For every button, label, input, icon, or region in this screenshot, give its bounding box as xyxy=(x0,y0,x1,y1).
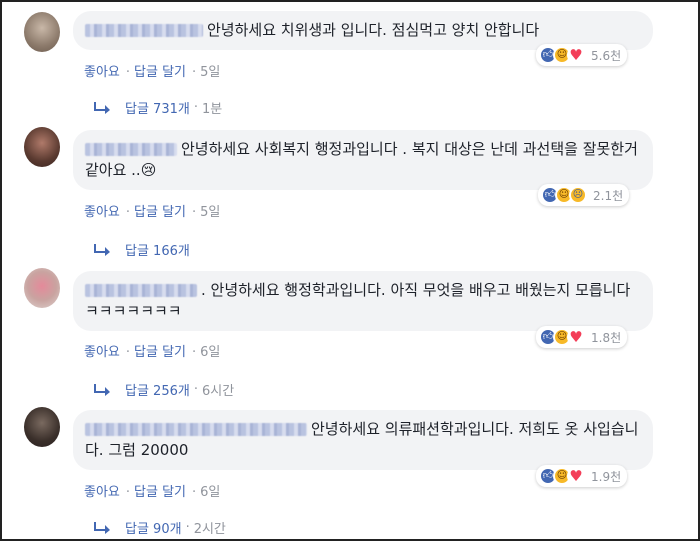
separator-dot: · xyxy=(125,65,131,80)
separator-dot: · xyxy=(125,205,131,220)
like-link[interactable]: 좋아요 xyxy=(84,65,120,80)
replies-time: 1분 xyxy=(201,102,223,117)
separator-dot: · xyxy=(192,485,197,500)
comment-thread: 안녕하세요 치위생과 입니다. 점심먹고 양치 안합니다 👍︎ ☺ ♥ 5.6천… xyxy=(0,0,700,541)
view-replies[interactable]: 답글 90개 · 2시간 xyxy=(94,518,226,537)
comment-time[interactable]: 5일 xyxy=(200,65,220,80)
blurred-author-name[interactable] xyxy=(85,284,197,297)
replies-time: 6시간 xyxy=(201,384,235,399)
reply-arrow-icon xyxy=(94,101,110,114)
reaction-summary[interactable]: 👍︎ ☺ ♥ 5.6천 xyxy=(536,44,628,66)
replies-count[interactable]: 답글 731개 xyxy=(125,98,190,117)
reaction-summary[interactable]: 👍︎ ☺ ♥ 1.9천 xyxy=(536,465,628,487)
comment-text: 안녕하세요 치위생과 입니다. 점심먹고 양치 안합니다 xyxy=(207,21,540,39)
blurred-author-name[interactable] xyxy=(85,24,203,37)
reaction-count: 1.9천 xyxy=(591,469,622,484)
reply-arrow-icon xyxy=(94,243,110,256)
avatar[interactable] xyxy=(24,268,60,308)
replies-count[interactable]: 답글 166개 xyxy=(125,240,190,259)
comment-actions: 좋아요 · 답글 달기 · 6일 xyxy=(84,481,222,500)
reaction-count: 1.8천 xyxy=(591,330,622,345)
view-replies[interactable]: 답글 731개 · 1분 xyxy=(94,98,222,117)
view-replies[interactable]: 답글 166개 xyxy=(94,240,190,259)
avatar[interactable] xyxy=(24,127,60,167)
separator-dot: · xyxy=(125,345,131,360)
view-replies[interactable]: 답글 256개 · 6시간 xyxy=(94,380,234,399)
separator-dot: · xyxy=(185,520,190,535)
separator-dot: · xyxy=(192,65,197,80)
reaction-count: 2.1천 xyxy=(593,188,624,203)
comment-time[interactable]: 6일 xyxy=(200,345,220,360)
love-icon: ♥ xyxy=(567,46,585,64)
like-link[interactable]: 좋아요 xyxy=(84,205,120,220)
replies-count[interactable]: 답글 256개 xyxy=(125,380,190,399)
sad-icon: ☹ xyxy=(569,186,587,204)
like-link[interactable]: 좋아요 xyxy=(84,345,120,360)
reply-link[interactable]: 답글 달기 xyxy=(134,345,186,360)
separator-dot: · xyxy=(125,485,131,500)
reaction-summary[interactable]: 👍︎ ☺ ♥ 1.8천 xyxy=(536,326,628,348)
like-link[interactable]: 좋아요 xyxy=(84,485,120,500)
reply-arrow-icon xyxy=(94,521,110,534)
replies-count[interactable]: 답글 90개 xyxy=(125,518,182,537)
comment-time[interactable]: 6일 xyxy=(200,485,220,500)
blurred-author-name[interactable] xyxy=(85,143,177,156)
comment-actions: 좋아요 · 답글 달기 · 5일 xyxy=(84,61,222,80)
avatar[interactable] xyxy=(24,407,60,447)
comment-bubble: 안녕하세요 사회복지 행정과입니다 . 복지 대상은 난데 과선택을 잘못한거같… xyxy=(73,130,653,190)
replies-time: 2시간 xyxy=(193,522,226,537)
reply-arrow-icon xyxy=(94,383,110,396)
separator-dot: · xyxy=(192,345,197,360)
comment-actions: 좋아요 · 답글 달기 · 6일 xyxy=(84,341,222,360)
separator-dot: · xyxy=(192,205,197,220)
love-icon: ♥ xyxy=(567,328,585,346)
reply-link[interactable]: 답글 달기 xyxy=(134,485,186,500)
reply-link[interactable]: 답글 달기 xyxy=(134,65,186,80)
comment-actions: 좋아요 · 답글 달기 · 5일 xyxy=(84,201,222,220)
blurred-author-name[interactable] xyxy=(85,423,307,436)
love-icon: ♥ xyxy=(567,467,585,485)
separator-dot: · xyxy=(193,100,198,115)
comment-time[interactable]: 5일 xyxy=(200,205,220,220)
reaction-summary[interactable]: 👍︎ ☺ ☹ 2.1천 xyxy=(538,184,630,206)
reaction-count: 5.6천 xyxy=(591,48,622,63)
avatar[interactable] xyxy=(24,12,60,52)
separator-dot: · xyxy=(193,382,198,397)
comment-bubble: . 안녕하세요 행정학과입니다. 아직 무엇을 배우고 배웠는지 모릅니다 ㅋㅋ… xyxy=(73,271,653,331)
reply-link[interactable]: 답글 달기 xyxy=(134,205,186,220)
comment-bubble: 안녕하세요 의류패션학과입니다. 저희도 옷 사입습니다. 그럼 20000 xyxy=(73,410,653,470)
